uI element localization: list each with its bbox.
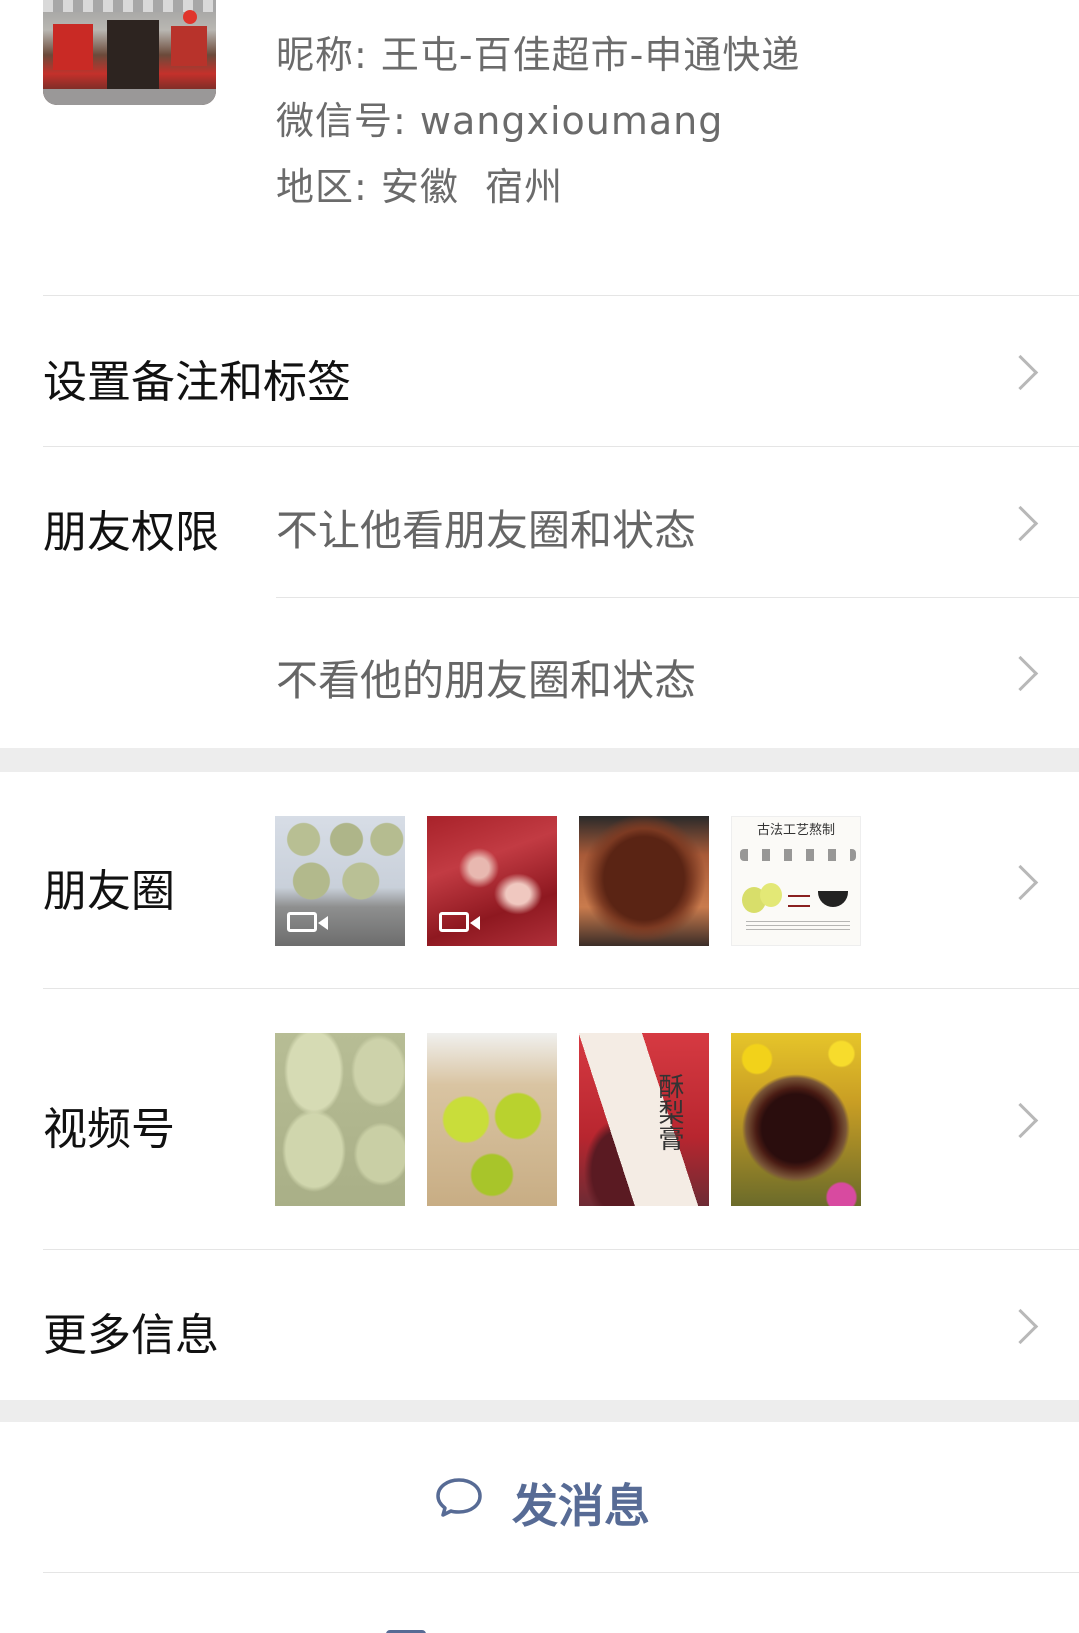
avatar-banner-right xyxy=(171,26,207,66)
channels-thumb-3: 酥梨膏 xyxy=(579,1033,709,1206)
nickname-label: 昵称: xyxy=(276,33,368,77)
wechat-id-line: 微信号: wangxioumang xyxy=(276,90,723,145)
video-icon xyxy=(439,912,480,932)
poster-title: 古法工艺熬制 xyxy=(756,823,835,838)
section-gap xyxy=(0,748,1079,772)
channels-title: 视频号 xyxy=(43,1104,175,1155)
wechat-id-label: 微信号: xyxy=(276,99,407,143)
avatar-ground xyxy=(43,89,216,105)
moments-thumb-3 xyxy=(579,816,709,946)
poster-equals xyxy=(788,895,810,907)
wechat-id-value[interactable]: wangxioumang xyxy=(420,99,723,143)
moments-thumb-1 xyxy=(275,816,405,946)
perm-hide-mine-label: 不让他看朋友圈和状态 xyxy=(276,506,697,555)
more-info-title: 更多信息 xyxy=(43,1310,219,1361)
region-line: 地区: 安徽 宿州 xyxy=(276,156,563,211)
channels-thumb-1 xyxy=(275,1033,405,1206)
poster-pear xyxy=(760,883,782,907)
remark-tags-title: 设置备注和标签 xyxy=(43,357,351,408)
poster-bowl xyxy=(818,891,848,907)
nickname-value: 王屯-百佳超市-申通快递 xyxy=(380,33,801,77)
avatar-lantern xyxy=(183,10,197,24)
video-icon xyxy=(287,912,328,932)
poster-icons xyxy=(740,849,856,861)
avatar-banner-left xyxy=(53,24,93,70)
region-label: 地区: xyxy=(276,165,368,209)
avatar[interactable] xyxy=(43,0,216,105)
moments-thumb-2 xyxy=(427,816,557,946)
video-call-button[interactable]: 音视频通话 xyxy=(0,1572,1079,1633)
video-call-label: 音视频通话 xyxy=(512,1622,742,1633)
moments-title: 朋友圈 xyxy=(43,866,175,917)
section-gap xyxy=(0,1400,1079,1422)
nickname-line: 昵称: 王屯-百佳超市-申通快递 xyxy=(276,24,800,79)
send-message-label: 发消息 xyxy=(512,1479,650,1533)
avatar-door xyxy=(107,20,159,90)
moments-thumb-4: 古法工艺熬制 xyxy=(731,816,861,946)
channels-thumb-4 xyxy=(731,1033,861,1206)
perm-hide-theirs-label: 不看他的朋友圈和状态 xyxy=(276,656,697,705)
region-value: 安徽 宿州 xyxy=(380,165,564,209)
poster-fine-print xyxy=(746,921,850,931)
channels-thumb-2 xyxy=(427,1033,557,1206)
box-text: 酥梨膏 xyxy=(654,1073,684,1151)
profile-header: 昵称: 王屯-百佳超市-申通快递 微信号: wangxioumang 地区: 安… xyxy=(0,0,1079,296)
chat-bubble-icon xyxy=(436,1478,482,1517)
contact-profile-page: 昵称: 王屯-百佳超市-申通快递 微信号: wangxioumang 地区: 安… xyxy=(0,0,1079,1633)
